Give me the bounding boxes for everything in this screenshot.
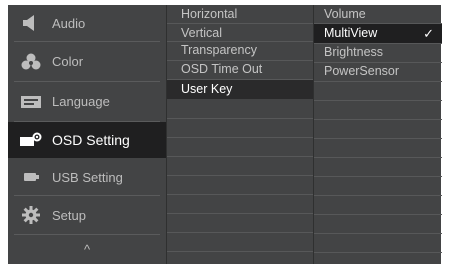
menu-item-audio[interactable]: Audio [8, 5, 166, 41]
gear-icon [20, 206, 42, 224]
option-divider [314, 119, 442, 120]
option-divider [314, 176, 442, 177]
submenu-divider [167, 175, 314, 176]
submenu-divider [167, 156, 314, 157]
submenu-divider [167, 232, 314, 233]
menu-item-label: USB Setting [52, 169, 123, 185]
option-divider [314, 233, 442, 234]
submenu-divider [167, 60, 314, 61]
option-divider [314, 81, 442, 82]
submenu-item-transparency[interactable]: Transparency [167, 41, 314, 60]
submenu-divider [167, 213, 314, 214]
option-powersensor[interactable]: PowerSensor [314, 62, 442, 81]
option-multiview[interactable]: MultiView ✓ [314, 24, 442, 43]
option-divider [314, 23, 442, 24]
check-icon: ✓ [423, 26, 434, 41]
option-divider [314, 252, 442, 253]
scroll-up-button[interactable]: ^ [8, 235, 166, 264]
chevron-up-icon: ^ [83, 242, 91, 257]
submenu-item-user-key[interactable]: User Key [167, 80, 314, 99]
osd-window: Audio Color Language OSD Setting USB Set… [0, 0, 449, 267]
menu-item-language[interactable]: Language [8, 82, 166, 121]
osd-setting-icon [20, 131, 42, 149]
user-key-options: Volume MultiView ✓ Brightness PowerSenso… [313, 5, 442, 264]
menu-item-label: Language [52, 94, 110, 109]
submenu-divider [167, 251, 314, 252]
menu-item-setup[interactable]: Setup [8, 196, 166, 234]
submenu-item-osd-time-out[interactable]: OSD Time Out [167, 60, 314, 79]
submenu-divider [167, 41, 314, 42]
option-divider [314, 62, 442, 63]
option-brightness[interactable]: Brightness [314, 43, 442, 62]
option-divider [314, 195, 442, 196]
option-divider [314, 100, 442, 101]
osd-panel: Audio Color Language OSD Setting USB Set… [8, 5, 442, 264]
option-divider [314, 138, 442, 139]
option-divider [314, 43, 442, 44]
menu-item-label: Audio [52, 15, 86, 31]
submenu-divider [167, 194, 314, 195]
color-palette-icon [20, 53, 42, 71]
submenu-item-horizontal[interactable]: Horizontal [167, 5, 314, 24]
submenu-divider [167, 137, 314, 138]
submenu-divider [167, 23, 314, 24]
option-volume[interactable]: Volume [314, 5, 442, 24]
option-divider [314, 157, 442, 158]
option-divider [314, 214, 442, 215]
main-menu: Audio Color Language OSD Setting USB Set… [8, 5, 166, 264]
submenu-divider [167, 118, 314, 119]
menu-item-label: Setup [52, 207, 86, 223]
menu-item-osd-setting[interactable]: OSD Setting [8, 122, 166, 158]
menu-item-label: OSD Setting [52, 132, 130, 148]
speaker-icon [20, 14, 42, 32]
menu-item-label: Color [52, 54, 84, 69]
usb-icon [20, 168, 42, 186]
menu-item-color[interactable]: Color [8, 42, 166, 81]
option-label: MultiView [324, 26, 378, 40]
submenu-divider [167, 79, 314, 80]
menu-item-usb-setting[interactable]: USB Setting [8, 159, 166, 195]
language-txt-icon [20, 93, 42, 111]
osd-setting-submenu: Horizontal Vertical Transparency OSD Tim… [166, 5, 314, 264]
